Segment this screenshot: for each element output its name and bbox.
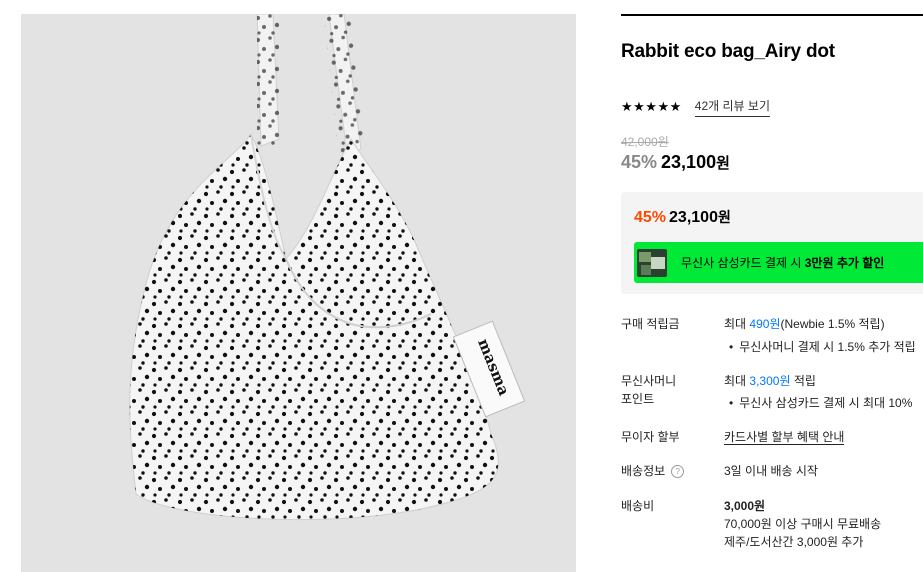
product-image: masma — [21, 14, 576, 572]
benefit-box: 45% 23,100원 무신사 삼성카드 결제 시 3만원 추가 할인 — [621, 192, 923, 294]
installment-link[interactable]: 카드사별 할부 혜택 안내 — [724, 430, 845, 445]
installment-link-wrap: 카드사별 할부 혜택 안내 — [724, 428, 845, 446]
shipping-fee-free-threshold: 70,000원 이상 구매시 무료배송 — [724, 517, 882, 531]
card-promo-text: 무신사 삼성카드 결제 시 3만원 추가 할인 — [681, 254, 884, 271]
money-label-line2: 포인트 — [621, 392, 655, 406]
money-prefix: 최대 — [724, 374, 750, 388]
shipping-fee-amount: 3,000원 — [724, 499, 766, 513]
points-label: 구매 적립금 — [621, 317, 680, 331]
money-bullet: 무신사 삼성카드 결제 시 최대 10% — [724, 394, 912, 411]
benefit-price: 45% 23,100원 — [634, 207, 731, 227]
shipping-info-label-wrap: 배송정보? — [621, 462, 685, 480]
card-promo-bold: 3만원 추가 할인 — [804, 256, 885, 270]
product-title: Rabbit eco bag_Airy dot — [621, 41, 835, 62]
card-promo-banner[interactable]: 무신사 삼성카드 결제 시 3만원 추가 할인 — [634, 242, 923, 283]
price-number: 23,100 — [661, 152, 717, 172]
price-unit: 원 — [716, 155, 730, 172]
shipping-info-value: 3일 이내 배송 시작 — [724, 464, 818, 478]
benefit-price-number: 23,100 — [669, 209, 718, 226]
shipping-fee-label: 배송비 — [621, 499, 655, 513]
star-rating-icon: ★★★★★ — [621, 99, 682, 114]
discount-rate: 45% — [621, 152, 658, 172]
installment-label: 무이자 할부 — [621, 430, 680, 444]
product-info-panel: Rabbit eco bag_Airy dot ★★★★★ 42개 리뷰 보기 … — [621, 0, 923, 572]
shipping-fee-extra: 제주/도서산간 3,000원 추가 — [724, 535, 864, 549]
money-label: 무신사머니포인트 — [621, 372, 676, 408]
benefit-price-unit: 원 — [717, 209, 731, 225]
points-amount: 490원 — [749, 317, 781, 331]
rating-row: ★★★★★ 42개 리뷰 보기 — [621, 97, 770, 117]
points-prefix: 최대 — [724, 317, 750, 331]
card-promo-prefix: 무신사 삼성카드 결제 시 — [681, 256, 805, 270]
money-amount: 3,300원 — [749, 374, 791, 388]
divider — [621, 14, 923, 16]
review-link[interactable]: 42개 리뷰 보기 — [694, 97, 770, 117]
sale-price: 45% 23,100원 — [621, 152, 730, 173]
money-value: 최대 3,300원 적립 — [724, 372, 816, 390]
tote-bag-illustration: masma — [21, 14, 576, 572]
original-price: 42,000원 — [621, 135, 669, 149]
points-suffix: (Newbie 1.5% 적립) — [780, 317, 885, 331]
points-bullet: 무신사머니 결제 시 1.5% 추가 적립 — [724, 338, 916, 355]
money-suffix: 적립 — [790, 374, 816, 388]
benefit-discount-rate: 45% — [634, 209, 667, 226]
points-value: 최대 490원(Newbie 1.5% 적립) — [724, 315, 885, 333]
shipping-fee-value: 3,000원 70,000원 이상 구매시 무료배송제주/도서산간 3,000원 … — [724, 497, 881, 551]
card-image-icon — [637, 248, 667, 277]
money-label-line1: 무신사머니 — [621, 374, 677, 388]
shipping-info-label: 배송정보 — [621, 464, 666, 478]
question-icon[interactable]: ? — [671, 465, 685, 479]
